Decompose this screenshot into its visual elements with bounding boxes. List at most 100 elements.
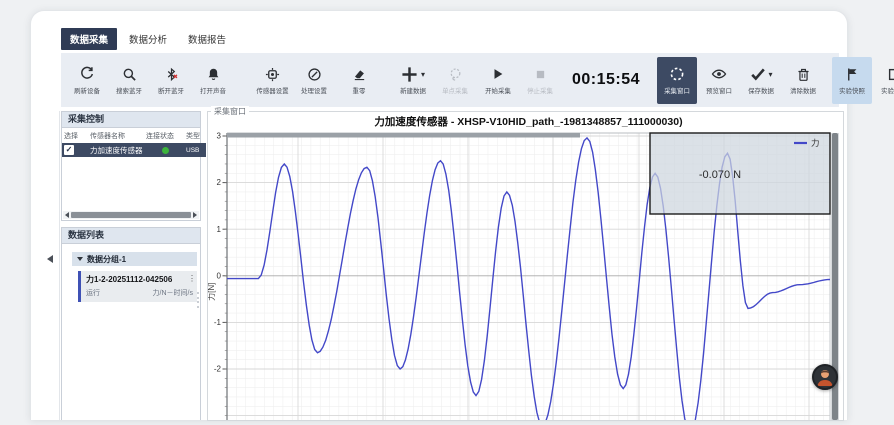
clear-data-button[interactable]: 清除数据 xyxy=(783,57,823,104)
y-tick-label: -2 xyxy=(214,365,222,374)
y-tick-label: 3 xyxy=(217,132,222,141)
toolbar-button-label: 采集窗口 xyxy=(664,86,690,95)
selection-value-label: -0.070 N xyxy=(699,169,741,181)
collect-window-button[interactable]: 采集窗口 xyxy=(657,57,697,104)
hscroll-thumb[interactable] xyxy=(71,212,191,218)
y-tick-label: 0 xyxy=(217,271,222,280)
record-frame-icon xyxy=(887,65,894,84)
experiment-record-button[interactable]: 实验录制 xyxy=(874,57,894,104)
lasso-icon xyxy=(448,65,463,84)
toolbar-button-label: 重零 xyxy=(353,86,366,95)
toolbar-button-label: 单点采集 xyxy=(442,86,468,95)
scroll-left-arrow-icon[interactable] xyxy=(65,212,69,218)
sensor-table-hscrollbar[interactable] xyxy=(63,211,199,219)
data-run-axes: 力/N－时间/s xyxy=(153,288,193,298)
expand-triangle-icon[interactable] xyxy=(77,257,83,261)
toolbar-button-label: 处理设置 xyxy=(301,86,327,95)
tab-data-report[interactable]: 数据报告 xyxy=(179,28,235,50)
panel-resize-grip[interactable] xyxy=(197,292,199,308)
preview-window-button[interactable]: 预览窗口 xyxy=(699,57,739,104)
dashed-circle-icon xyxy=(669,65,685,84)
data-list-panel: 数据列表 数据分组-1 力1-2-20251112-042506⋮ 运行 力/N－时间… xyxy=(61,227,201,420)
collect-timer: 00:15:54 xyxy=(572,71,640,89)
dropdown-caret-icon[interactable]: ▾ xyxy=(769,70,773,79)
experiment-snapshot-button[interactable]: 实验快照 xyxy=(832,57,872,104)
toolbar-button-label: 打开声音 xyxy=(200,86,226,95)
stop-collect-button[interactable]: 停止采集 xyxy=(520,57,560,104)
assistant-avatar-button[interactable] xyxy=(812,364,838,390)
toolbar-button-label: 预览窗口 xyxy=(706,86,732,95)
dropdown-caret-icon[interactable]: ▾ xyxy=(421,70,425,79)
data-tree: 数据分组-1 力1-2-20251112-042506⋮ 运行 力/N－时间/s xyxy=(62,252,200,302)
groupbox-label: 采集窗口 xyxy=(211,106,249,117)
toolbar-button-label: 搜索蓝牙 xyxy=(116,86,142,95)
sensor-col-header: 选择 xyxy=(62,128,88,143)
check-icon: ▾ xyxy=(750,65,773,84)
toolbar-button-label: 停止采集 xyxy=(527,86,553,95)
main-tab-bar: 数据采集数据分析数据报告 xyxy=(61,28,235,50)
sound-toggle-button[interactable]: 打开声音 xyxy=(193,57,233,104)
chart-top-scrollbar[interactable] xyxy=(227,133,580,138)
sidebar-left-divider xyxy=(59,111,60,420)
data-run-title: 力1-2-20251112-042506 xyxy=(86,274,193,285)
selection-box[interactable]: -0.070 N xyxy=(650,133,830,214)
sidebar-collapse-button[interactable] xyxy=(47,255,53,263)
connection-status-dot xyxy=(162,147,169,154)
sensor-name: 力加速度传感器 xyxy=(88,143,144,157)
data-group-label: 数据分组-1 xyxy=(87,254,126,265)
chart-plot[interactable]: 3210-1-2力[N]-0.070 N力力加速度传感器 - XHSP-V10H… xyxy=(208,112,843,420)
disconnect-bluetooth-button[interactable]: 断开蓝牙 xyxy=(151,57,191,104)
item-menu-icon[interactable]: ⋮ xyxy=(188,274,196,283)
start-collect-button[interactable]: 开始采集 xyxy=(478,57,518,104)
app-window: 数据采集数据分析数据报告 刷新设备 搜索蓝牙断开蓝牙打开声音 传感器设置 处理设置 重零… xyxy=(30,10,848,420)
search-bluetooth-button[interactable]: 搜索蓝牙 xyxy=(109,57,149,104)
sensor-col-header: 传感器名称 xyxy=(88,128,144,143)
bell-icon xyxy=(206,65,221,84)
data-run-item[interactable]: 力1-2-20251112-042506⋮ 运行 力/N－时间/s xyxy=(78,271,197,302)
data-list-header: 数据列表 xyxy=(62,228,200,244)
eye-icon xyxy=(711,65,727,84)
zero-reset-button[interactable]: 重零 xyxy=(339,57,379,104)
play-icon xyxy=(491,65,505,84)
new-data-button[interactable]: ▾ 新建数据 xyxy=(393,57,433,104)
toolbar-button-label: 清除数据 xyxy=(790,86,816,95)
gauge-icon xyxy=(307,65,322,84)
single-point-collect-button[interactable]: 单点采集 xyxy=(435,57,475,104)
sensor-table: 选择传感器名称连接状态类型 ✓力加速度传感器USB xyxy=(62,128,206,157)
y-tick-label: 2 xyxy=(217,178,222,187)
plus-icon: ▾ xyxy=(401,65,425,84)
scroll-right-arrow-icon[interactable] xyxy=(193,212,197,218)
sensor-checkbox[interactable]: ✓ xyxy=(64,145,74,155)
data-group-row[interactable]: 数据分组-1 xyxy=(72,252,197,266)
trash-icon xyxy=(796,65,811,84)
search-icon xyxy=(122,65,137,84)
desktop: { "tabs": [ {"id": "data-collect", "labe… xyxy=(0,0,894,420)
data-run-status: 运行 xyxy=(86,288,100,298)
stop-icon xyxy=(534,65,547,84)
toolbar-button-label: 刷新设备 xyxy=(74,86,100,95)
process-settings-button[interactable]: 处理设置 xyxy=(294,57,334,104)
toolbar: 刷新设备 搜索蓝牙断开蓝牙打开声音 传感器设置 处理设置 重零 ▾ 新建数据 单点采集 开始采集… xyxy=(61,53,839,107)
person-avatar-icon xyxy=(814,366,836,388)
refresh-device-button[interactable]: 刷新设备 xyxy=(67,57,107,104)
y-tick-label: 1 xyxy=(217,225,222,234)
data-run-subrow: 运行 力/N－时间/s xyxy=(86,288,193,298)
sensor-type: USB xyxy=(184,143,206,157)
collect-window-groupbox: 采集窗口 3210-1-2力[N]-0.070 N力力加速度传感器 - XHSP… xyxy=(207,111,844,421)
bluetooth-off-icon xyxy=(164,65,179,84)
sensor-settings-button[interactable]: 传感器设置 xyxy=(252,57,292,104)
legend-label: 力 xyxy=(811,138,820,148)
sensor-chip-icon xyxy=(265,65,280,84)
collect-control-panel: 采集控制 选择传感器名称连接状态类型 ✓力加速度传感器USB xyxy=(61,111,201,221)
sensor-col-header: 连接状态 xyxy=(144,128,184,143)
collect-control-header: 采集控制 xyxy=(62,112,200,128)
tab-data-analysis[interactable]: 数据分析 xyxy=(120,28,176,50)
tab-data-collect[interactable]: 数据采集 xyxy=(61,28,117,50)
toolbar-button-label: 新建数据 xyxy=(400,86,426,95)
save-data-button[interactable]: ▾保存数据 xyxy=(741,57,781,104)
y-axis-label: 力[N] xyxy=(208,283,216,301)
sensor-row[interactable]: ✓ 力加速度传感器 USB xyxy=(62,143,206,157)
y-tick-label: -1 xyxy=(214,318,222,327)
toolbar-button-label: 传感器设置 xyxy=(256,86,288,95)
snapshot-flag-icon xyxy=(845,65,860,84)
